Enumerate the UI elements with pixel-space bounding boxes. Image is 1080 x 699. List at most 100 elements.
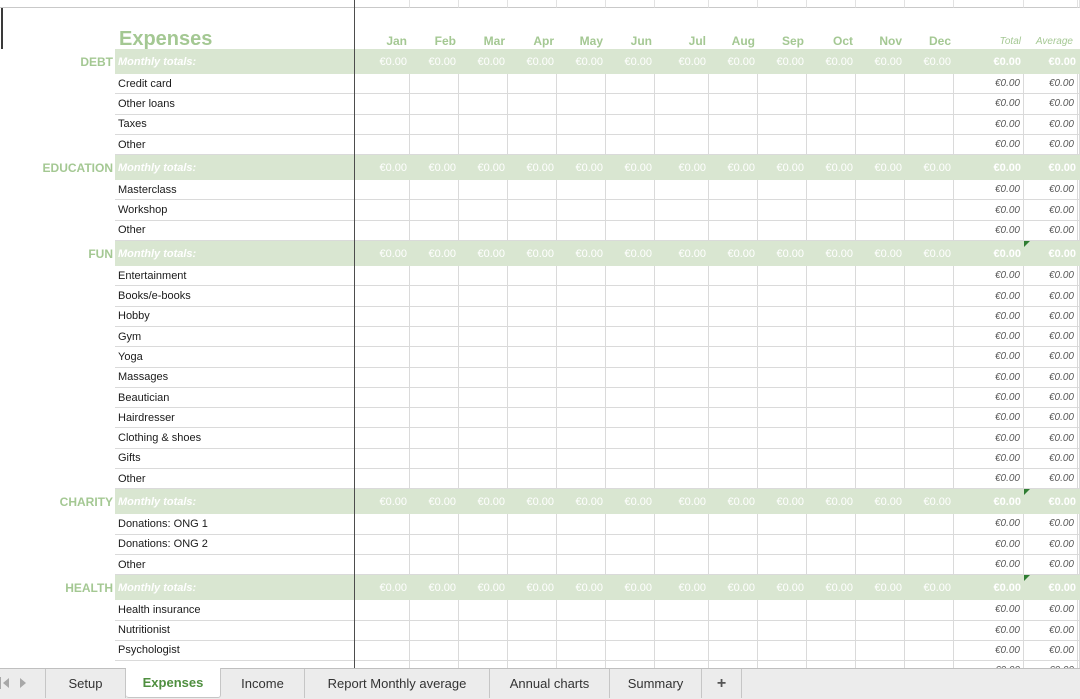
month-amount-cell[interactable] — [807, 326, 856, 348]
cell[interactable] — [0, 307, 115, 327]
month-amount-cell[interactable] — [905, 180, 954, 201]
month-amount-cell[interactable] — [905, 387, 954, 409]
month-amount-cell[interactable] — [655, 326, 709, 348]
cell[interactable] — [0, 74, 115, 94]
monthly-total-cell[interactable]: €0.00 — [459, 241, 508, 267]
month-amount-cell[interactable] — [606, 514, 655, 535]
month-amount-cell[interactable] — [655, 200, 709, 221]
month-amount-cell[interactable] — [758, 554, 807, 576]
cell[interactable] — [0, 347, 115, 367]
month-amount-cell[interactable] — [410, 448, 459, 470]
month-amount-cell[interactable] — [758, 387, 807, 409]
month-amount-cell[interactable] — [355, 514, 410, 535]
month-amount-cell[interactable] — [905, 448, 954, 470]
month-amount-cell[interactable] — [758, 74, 807, 95]
month-amount-cell[interactable] — [459, 74, 508, 95]
month-amount-cell[interactable] — [856, 620, 905, 641]
month-header-jul[interactable]: Jul — [655, 8, 709, 49]
row-total-cell[interactable]: €0.00 — [954, 286, 1024, 307]
row-average-cell[interactable]: €0.00 — [1024, 367, 1078, 388]
monthly-total-cell[interactable]: €0.00 — [655, 49, 709, 74]
month-amount-cell[interactable] — [905, 134, 954, 156]
month-amount-cell[interactable] — [709, 387, 758, 409]
cell[interactable] — [0, 428, 115, 448]
month-amount-cell[interactable] — [655, 114, 709, 135]
row-average-cell[interactable]: €0.00 — [1024, 94, 1078, 115]
month-amount-cell[interactable] — [508, 554, 557, 576]
month-amount-cell[interactable] — [758, 200, 807, 221]
cell[interactable] — [954, 0, 1024, 8]
month-amount-cell[interactable] — [410, 220, 459, 242]
month-amount-cell[interactable] — [655, 554, 709, 576]
month-amount-cell[interactable] — [655, 534, 709, 555]
expense-name-cell[interactable]: Workshop — [115, 200, 355, 221]
month-amount-cell[interactable] — [905, 514, 954, 535]
month-amount-cell[interactable] — [807, 200, 856, 221]
monthly-total-cell[interactable]: €0.00 — [557, 155, 606, 181]
monthly-total-cell[interactable]: €0.00 — [557, 241, 606, 267]
month-amount-cell[interactable] — [856, 266, 905, 287]
month-amount-cell[interactable] — [655, 469, 709, 490]
row-average-cell[interactable]: €0.00 — [1024, 180, 1078, 201]
row-total-cell[interactable]: €0.00 — [954, 640, 1024, 662]
row-average-cell[interactable]: €0.00 — [1024, 554, 1078, 576]
month-amount-cell[interactable] — [410, 534, 459, 555]
month-amount-cell[interactable] — [410, 114, 459, 135]
month-amount-cell[interactable] — [355, 200, 410, 221]
month-header-may[interactable]: May — [557, 8, 606, 49]
cell[interactable] — [355, 0, 410, 8]
month-amount-cell[interactable] — [459, 180, 508, 201]
tab-scroll-left-icon[interactable] — [3, 678, 9, 688]
month-amount-cell[interactable] — [807, 134, 856, 156]
month-amount-cell[interactable] — [709, 661, 758, 668]
month-amount-cell[interactable] — [557, 600, 606, 621]
month-amount-cell[interactable] — [355, 661, 410, 668]
month-amount-cell[interactable] — [905, 408, 954, 429]
month-amount-cell[interactable] — [856, 554, 905, 576]
month-amount-cell[interactable] — [807, 620, 856, 641]
month-header-apr[interactable]: Apr — [508, 8, 557, 49]
month-amount-cell[interactable] — [856, 114, 905, 135]
month-amount-cell[interactable] — [655, 600, 709, 621]
cell[interactable] — [0, 621, 115, 641]
month-amount-cell[interactable] — [459, 661, 508, 668]
average-header[interactable]: Average — [1024, 8, 1078, 49]
row-total-cell[interactable]: €0.00 — [954, 448, 1024, 470]
month-amount-cell[interactable] — [410, 408, 459, 429]
monthly-total-cell[interactable]: €0.00 — [758, 489, 807, 515]
month-amount-cell[interactable] — [709, 514, 758, 535]
row-average-cell[interactable]: €0.00 — [1024, 661, 1078, 668]
month-amount-cell[interactable] — [508, 347, 557, 368]
monthly-total-cell[interactable]: €0.00 — [355, 575, 410, 601]
monthly-total-cell[interactable]: €0.00 — [410, 155, 459, 181]
month-amount-cell[interactable] — [410, 640, 459, 662]
month-amount-cell[interactable] — [459, 266, 508, 287]
monthly-total-cell[interactable]: €0.00 — [606, 155, 655, 181]
month-amount-cell[interactable] — [807, 180, 856, 201]
month-amount-cell[interactable] — [856, 428, 905, 449]
month-amount-cell[interactable] — [508, 387, 557, 409]
cell[interactable] — [0, 469, 115, 489]
monthly-total-cell[interactable]: €0.00 — [355, 489, 410, 515]
monthly-total-cell[interactable]: €0.00 — [459, 49, 508, 74]
monthly-total-cell[interactable]: €0.00 — [355, 241, 410, 267]
cell[interactable] — [0, 327, 115, 347]
month-amount-cell[interactable] — [508, 408, 557, 429]
month-amount-cell[interactable] — [557, 640, 606, 662]
month-amount-cell[interactable] — [508, 286, 557, 307]
monthly-total-cell[interactable]: €0.00 — [655, 489, 709, 515]
monthly-total-cell[interactable]: €0.00 — [807, 489, 856, 515]
month-amount-cell[interactable] — [709, 408, 758, 429]
expense-name-cell[interactable]: Credit card — [115, 74, 355, 95]
row-total-cell[interactable]: €0.00 — [954, 408, 1024, 429]
month-amount-cell[interactable] — [856, 661, 905, 668]
monthly-total-cell[interactable]: €0.00 — [856, 489, 905, 515]
cell[interactable] — [856, 0, 905, 8]
row-total-cell[interactable]: €0.00 — [954, 134, 1024, 156]
category-label-education[interactable]: EDUCATION — [0, 155, 115, 181]
month-amount-cell[interactable] — [709, 200, 758, 221]
cell[interactable] — [410, 0, 459, 8]
month-amount-cell[interactable] — [856, 94, 905, 115]
cell[interactable] — [0, 661, 115, 668]
month-amount-cell[interactable] — [655, 620, 709, 641]
